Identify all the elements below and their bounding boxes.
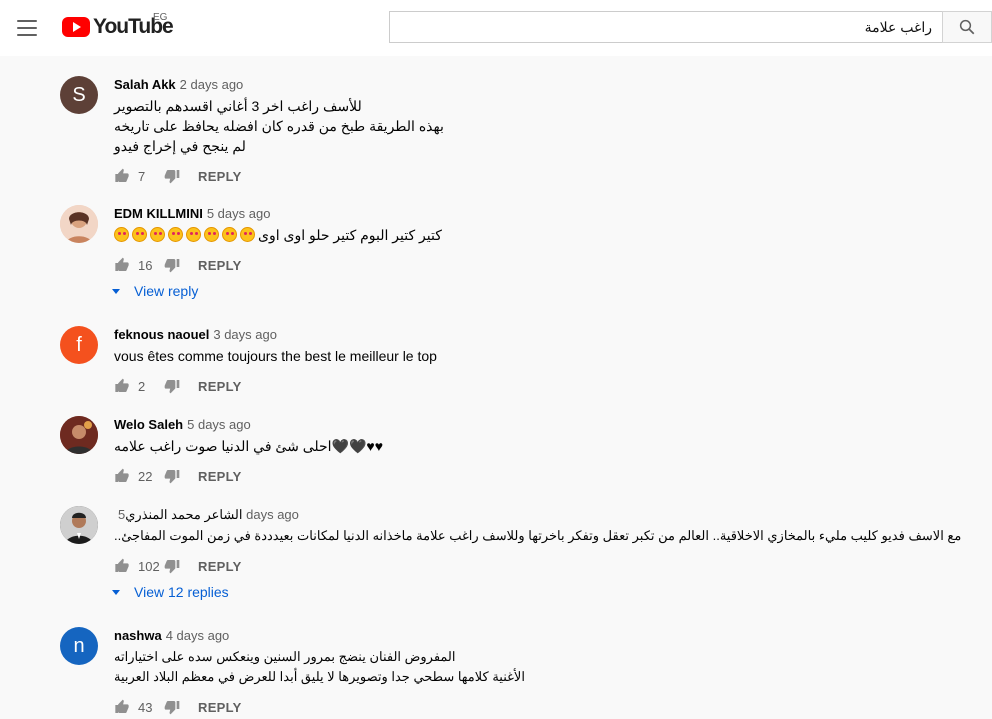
avatar[interactable]: [60, 506, 98, 544]
comment-text: vous êtes comme toujours the best le mei…: [114, 346, 974, 366]
comment-line: المفروض الفنان ينضج بمرور السنين وينعكس …: [114, 649, 456, 664]
comment-text: ♥♥🖤🖤احلى شئ في الدنيا صوت راغب علامه: [114, 436, 974, 456]
search-icon: [959, 19, 975, 35]
dislike-icon[interactable]: [164, 558, 180, 574]
comment-text: كتير كتير البوم كتير حلو اوى اوى: [114, 225, 974, 245]
comment-author[interactable]: الشاعر محمد المنذري: [125, 507, 242, 522]
like-count: 2: [138, 378, 146, 394]
comment-line: بهذه الطريقة طبخ من قدره كان افضله يحافظ…: [114, 118, 444, 134]
comment-author[interactable]: EDM KILLMINI: [114, 206, 203, 221]
comment-line: مع الاسف فديو كليب مليء بالمخازي الاخلاق…: [114, 528, 962, 543]
view-replies-button[interactable]: View 12 replies: [112, 584, 229, 600]
comment-text: مع الاسف فديو كليب مليء بالمخازي الاخلاق…: [114, 526, 974, 546]
comment-text: للأسف راغب اخر 3 أغاني اقسدهم بالتصوير ب…: [114, 96, 974, 156]
comment-line: لم ينجح في إخراج فيدو: [114, 138, 246, 154]
reply-button[interactable]: REPLY: [198, 700, 242, 715]
like-icon[interactable]: [114, 468, 130, 484]
like-count: 43: [138, 699, 153, 715]
avatar[interactable]: S: [60, 76, 98, 114]
comment-time[interactable]: 5 days ago: [207, 206, 271, 221]
like-icon[interactable]: [114, 378, 130, 394]
comment-time[interactable]: 3 days ago: [213, 327, 277, 342]
view-replies-button[interactable]: View reply: [112, 283, 198, 299]
dislike-icon[interactable]: [164, 468, 180, 484]
smiling-hearts-emoji-icon: [168, 227, 183, 242]
avatar[interactable]: f: [60, 326, 98, 364]
like-icon[interactable]: [114, 168, 130, 184]
comment-line: للأسف راغب اخر 3 أغاني اقسدهم بالتصوير: [114, 98, 362, 114]
youtube-play-icon: [62, 17, 90, 37]
comment-actions: 43 REPLY: [114, 697, 242, 717]
reply-button[interactable]: REPLY: [198, 379, 242, 394]
smiling-hearts-emoji-icon: [114, 227, 129, 242]
comment-actions: 7 REPLY: [114, 166, 242, 186]
comment-author[interactable]: feknous naouel: [114, 327, 209, 342]
comment-time[interactable]: 4 days ago: [166, 628, 230, 643]
reply-button[interactable]: REPLY: [198, 258, 242, 273]
avatar[interactable]: [60, 416, 98, 454]
avatar[interactable]: n: [60, 627, 98, 665]
smiling-hearts-emoji-icon: [186, 227, 201, 242]
reply-button[interactable]: REPLY: [198, 469, 242, 484]
avatar-photo-icon: [60, 416, 98, 454]
menu-icon[interactable]: [16, 17, 38, 39]
chevron-down-icon: [112, 589, 120, 595]
smiling-hearts-emoji-icon: [150, 227, 165, 242]
like-count: 102: [138, 558, 160, 574]
comment-actions: 2 REPLY: [114, 376, 242, 396]
dislike-icon[interactable]: [164, 699, 180, 715]
dislike-icon[interactable]: [164, 378, 180, 394]
smiling-hearts-emoji-icon: [240, 227, 255, 242]
comment-text: المفروض الفنان ينضج بمرور السنين وينعكس …: [114, 647, 974, 687]
like-count: 7: [138, 168, 146, 184]
like-icon[interactable]: [114, 558, 130, 574]
chevron-down-icon: [112, 288, 120, 294]
like-icon[interactable]: [114, 699, 130, 715]
comment-line: الأغنية كلامها سطحي جدا وتصويرها لا يليق…: [114, 669, 525, 684]
comment-author[interactable]: Salah Akk: [114, 77, 176, 92]
view-replies-label: View 12 replies: [134, 584, 229, 600]
view-replies-label: View reply: [134, 283, 199, 299]
comment-actions: 22 REPLY: [114, 466, 242, 486]
smiling-hearts-emoji-icon: [204, 227, 219, 242]
smiling-hearts-emoji-icon: [222, 227, 237, 242]
comment-actions: 102 REPLY: [114, 556, 242, 576]
comment-author[interactable]: nashwa: [114, 628, 162, 643]
like-icon[interactable]: [114, 257, 130, 273]
comment-author[interactable]: Welo Saleh: [114, 417, 183, 432]
comment-line: كتير كتير البوم كتير حلو اوى اوى: [258, 227, 442, 243]
comment-time[interactable]: 5 days ago: [187, 417, 251, 432]
like-count: 16: [138, 257, 153, 273]
search-button[interactable]: [942, 11, 992, 43]
reply-button[interactable]: REPLY: [198, 559, 242, 574]
comment-actions: 16 REPLY: [114, 255, 242, 275]
reply-button[interactable]: REPLY: [198, 169, 242, 184]
dislike-icon[interactable]: [164, 257, 180, 273]
like-count: 22: [138, 468, 153, 484]
dislike-icon[interactable]: [164, 168, 180, 184]
comment-time[interactable]: 2 days ago: [180, 77, 244, 92]
comment-line: ♥♥🖤🖤احلى شئ في الدنيا صوت راغب علامه: [114, 438, 384, 454]
search-box[interactable]: [389, 11, 942, 43]
country-code: EG: [153, 12, 168, 23]
masthead: YouTube EG: [0, 0, 992, 56]
search-input[interactable]: [400, 12, 932, 42]
avatar[interactable]: [60, 205, 98, 243]
smiling-hearts-emoji-icon: [132, 227, 147, 242]
avatar-photo-icon: [60, 506, 98, 544]
emoji-row: [114, 227, 258, 243]
avatar-photo-icon: [60, 205, 98, 243]
comment-line: vous êtes comme toujours the best le mei…: [114, 348, 437, 364]
